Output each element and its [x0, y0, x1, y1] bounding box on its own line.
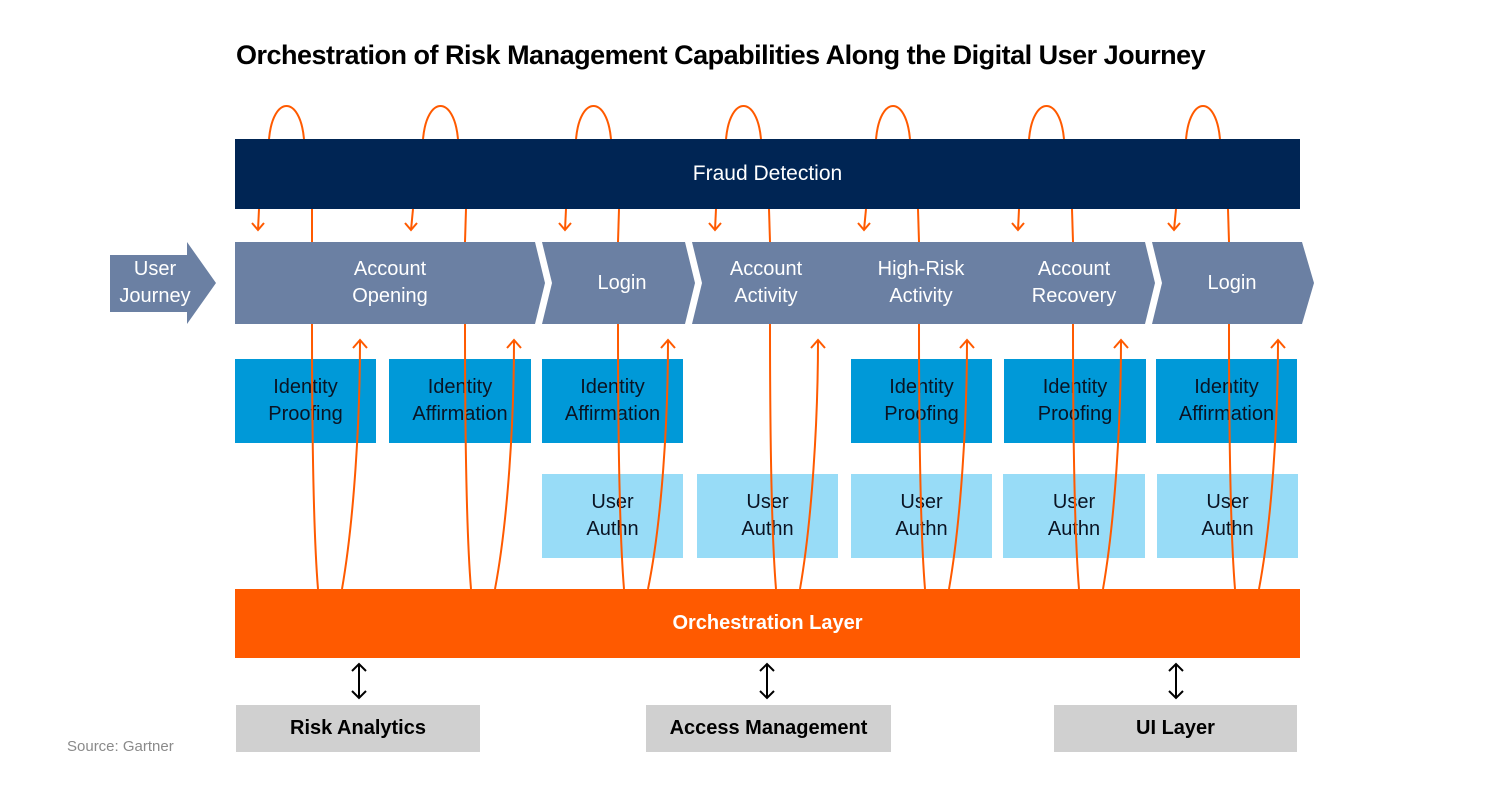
connector-vertical [311, 323, 319, 590]
connector-vertical [617, 208, 620, 243]
connector-vertical [917, 208, 920, 243]
connector-lines [251, 105, 1286, 700]
connector-down [564, 208, 567, 231]
connector-vertical [918, 323, 926, 590]
connector-loop [268, 105, 305, 140]
connector-down [1017, 208, 1020, 231]
connector-vertical [1071, 208, 1074, 243]
connector-vertical [464, 323, 472, 590]
connector-return [799, 339, 819, 590]
connector-vertical [464, 208, 467, 243]
connector-vertical [1072, 323, 1080, 590]
connector-return [1102, 339, 1122, 590]
connector-vertical [1227, 208, 1230, 243]
connector-vertical [617, 323, 625, 590]
connector-vertical [1228, 323, 1236, 590]
connector-return [647, 339, 669, 590]
connector-return [1258, 339, 1279, 590]
connector-down [714, 208, 717, 231]
connector-loop [575, 105, 612, 140]
connector-loop [422, 105, 459, 140]
connector-loop [1028, 105, 1065, 140]
connector-return [341, 339, 361, 590]
connector-loop [875, 105, 911, 140]
connector-vertical [768, 208, 771, 243]
connector-return [494, 339, 515, 590]
connector-loop [725, 105, 762, 140]
connector-loop [1185, 105, 1221, 140]
connector-return [948, 339, 968, 590]
connector-down [257, 208, 260, 231]
connector-vertical [769, 323, 777, 590]
